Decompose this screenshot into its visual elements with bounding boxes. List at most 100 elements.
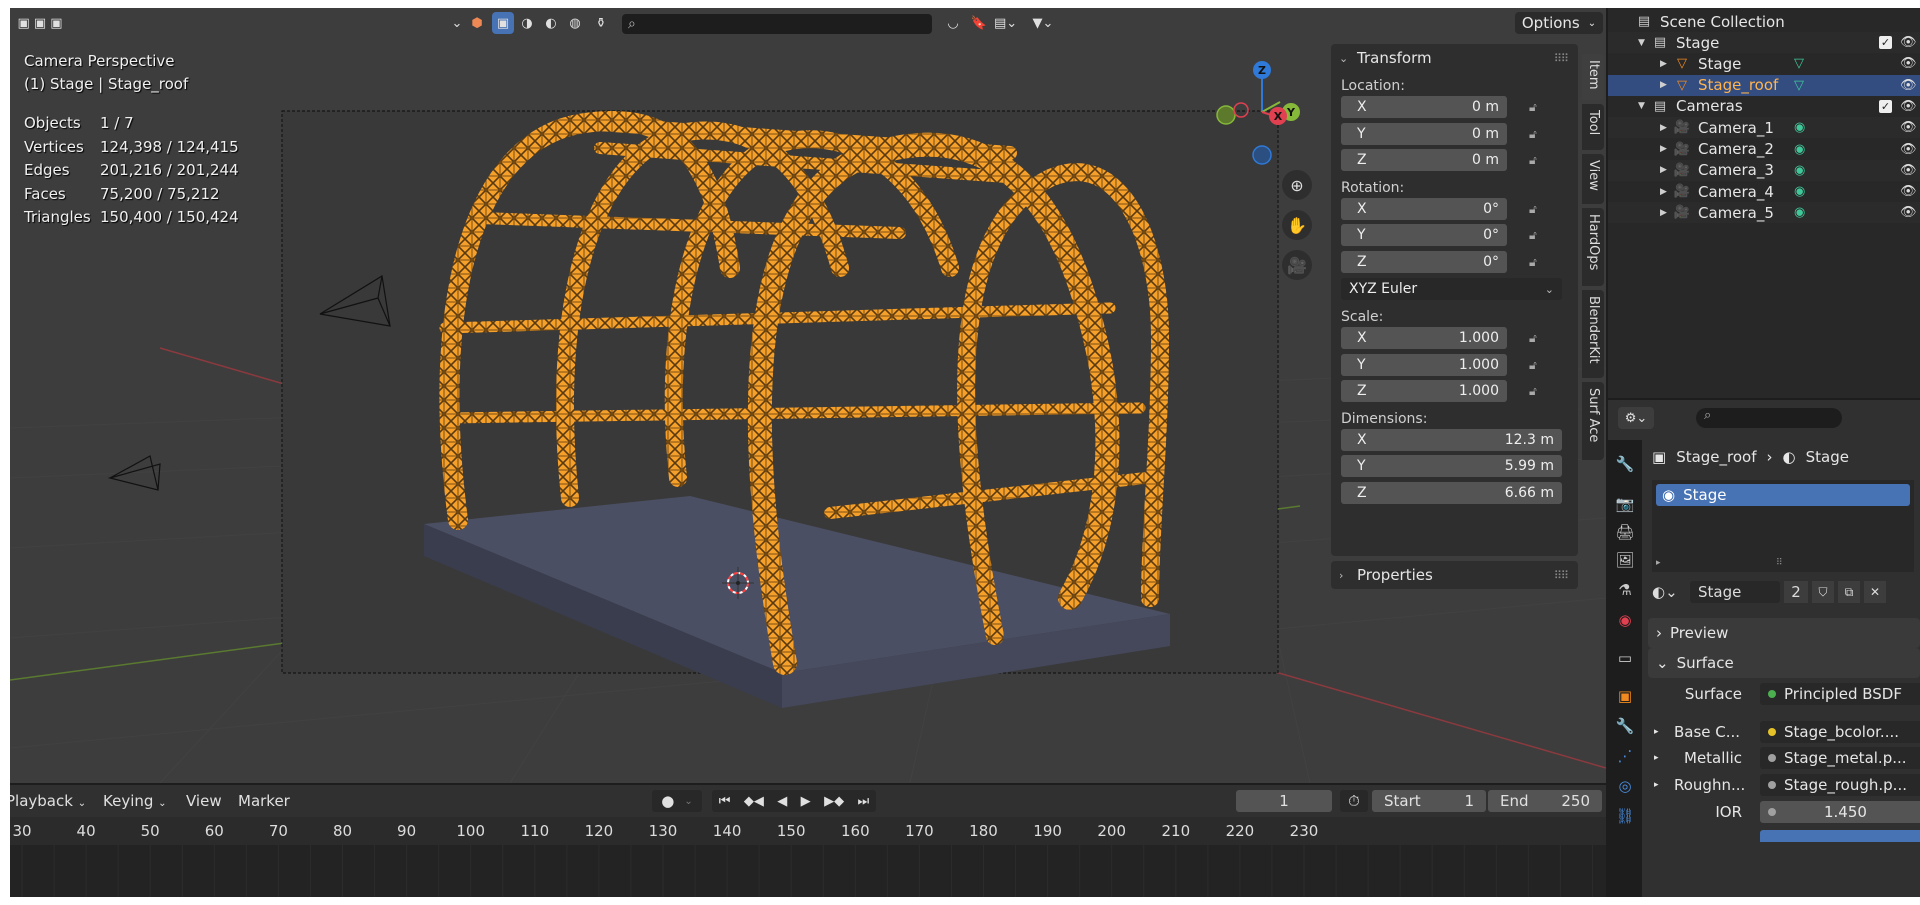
rotation-x-field[interactable]: X 0° xyxy=(1341,197,1507,220)
stopwatch-icon[interactable]: ⏱ xyxy=(1340,790,1368,812)
gizmo-toggle-icon[interactable]: ⬢ xyxy=(466,12,488,34)
jump-start-icon[interactable]: ⏮ xyxy=(719,794,731,809)
material-slot-list[interactable]: ◉ Stage ▸ ⠿ xyxy=(1652,480,1914,572)
material-preview-icon[interactable]: ◐ xyxy=(540,12,562,34)
start-frame-field[interactable]: Start 1 xyxy=(1372,790,1486,812)
user-count[interactable]: 2 xyxy=(1784,581,1808,603)
outliner-item-cameras[interactable]: ▼ ▤ Cameras ✓ 👁 xyxy=(1608,96,1920,117)
location-z-field[interactable]: Z0 m xyxy=(1341,149,1507,172)
play-reverse-icon[interactable]: ◀ xyxy=(777,794,787,809)
mesh-data-icon[interactable]: ▽ xyxy=(1794,78,1804,93)
solid-shading-icon[interactable]: ◑ xyxy=(516,12,538,34)
surface-shader-value[interactable]: Principled BSDF xyxy=(1760,683,1920,705)
lock-icon[interactable]: 🔓︎ xyxy=(1529,100,1547,114)
shading-options-icon[interactable]: ⚱ xyxy=(590,12,612,34)
checkbox-icon[interactable]: ✓ xyxy=(1879,36,1892,49)
expand-icon[interactable]: ▸ xyxy=(1656,558,1661,568)
eye-icon[interactable]: 👁 xyxy=(1900,56,1917,71)
drag-grip-icon[interactable]: ⠿⠿ xyxy=(1554,52,1569,65)
dimensions-z-field[interactable]: Z 6.66 m xyxy=(1341,481,1562,504)
chevron-right-icon[interactable]: ▶ xyxy=(1660,208,1672,218)
metallic-value[interactable]: Stage_metal.p... xyxy=(1760,747,1920,769)
rotation-mode-dropdown[interactable]: XYZ Euler ⌄ xyxy=(1341,278,1562,300)
lock-icon[interactable]: 🔓︎ xyxy=(1529,255,1547,269)
camera-data-icon[interactable]: ◉ xyxy=(1794,142,1805,157)
marker-menu[interactable]: Marker xyxy=(238,792,290,810)
outliner-item-stage-roof[interactable]: ▶ ▽ Stage_roof ▽ 👁 xyxy=(1608,74,1920,96)
chevron-down-icon[interactable]: ▼ xyxy=(1638,101,1650,111)
tool-tab-icon[interactable]: 🔧 xyxy=(1613,452,1637,476)
outliner-item-camera-2[interactable]: ▶ 🎥 Camera_2 ◉ 👁 xyxy=(1608,139,1920,160)
timeline-tracks[interactable] xyxy=(10,845,1606,897)
editor-type-dropdown[interactable]: ⚙⌄ xyxy=(1618,407,1654,429)
keying-menu[interactable]: Keying ⌄ xyxy=(103,792,167,810)
close-icon[interactable]: ✕ xyxy=(1864,581,1886,603)
physics-tab-icon[interactable]: ◎ xyxy=(1613,774,1637,798)
world-tab-icon[interactable]: ◉ xyxy=(1613,608,1637,632)
lock-icon[interactable]: 🔓︎ xyxy=(1529,153,1547,167)
lock-icon[interactable]: 🔓︎ xyxy=(1529,384,1547,398)
tab-tool[interactable]: Tool xyxy=(1582,104,1604,150)
wireframe-shading-icon[interactable]: ▣ xyxy=(492,12,514,34)
chevron-down-icon[interactable]: ▼ xyxy=(1638,38,1650,48)
ior-value[interactable]: 1.450 xyxy=(1760,801,1920,823)
chevron-right-icon[interactable]: ▶ xyxy=(1660,165,1672,175)
camera-data-icon[interactable]: ◉ xyxy=(1794,184,1805,199)
expand-icon[interactable]: ▸ xyxy=(1654,727,1674,737)
tab-hardops[interactable]: HardOps xyxy=(1582,208,1604,286)
dimensions-x-field[interactable]: X 12.3 m xyxy=(1341,428,1562,451)
duplicate-icon[interactable]: ⧉ xyxy=(1838,581,1860,603)
3d-viewport[interactable]: ▣ ▣ ▣ ⌄ ⬢ ▣ ◑ ◐ ◍ ⚱ ⌕ ◡ 🔖 ▤⌄ ▼⌄ Options ⌄… xyxy=(10,8,1606,783)
surface-section-header[interactable]: ⌄ Surface xyxy=(1648,648,1920,678)
expand-icon[interactable]: ▸ xyxy=(1654,780,1674,790)
outliner-item-stage[interactable]: ▶ ▽ Stage ▽ 👁 xyxy=(1608,53,1920,74)
chevron-right-icon[interactable]: ▶ xyxy=(1660,187,1672,197)
zoom-icon[interactable]: ⊕ xyxy=(1282,170,1312,200)
scene-tab-icon[interactable]: ⚗ xyxy=(1613,578,1637,602)
pan-hand-icon[interactable]: ✋ xyxy=(1282,210,1312,240)
eye-icon[interactable]: 👁 xyxy=(1900,184,1917,199)
view-menu[interactable]: View xyxy=(186,792,222,810)
view-object-types-dropdown[interactable]: ⌄ xyxy=(446,12,468,34)
chevron-right-icon[interactable]: ▶ xyxy=(1660,59,1672,69)
options-button[interactable]: Options ⌄ xyxy=(1515,12,1603,34)
resize-grip-icon[interactable]: ⠿ xyxy=(1776,558,1783,568)
eye-icon[interactable]: 👁 xyxy=(1900,35,1917,50)
eye-icon[interactable]: 👁 xyxy=(1900,142,1917,157)
outliner-item-camera-5[interactable]: ▶ 🎥 Camera_5 ◉ 👁 xyxy=(1608,202,1920,224)
camera-view-icon[interactable]: 🎥 xyxy=(1282,250,1312,280)
record-button[interactable]: ● ⌄ xyxy=(652,790,702,812)
tab-surf-ace[interactable]: Surf Ace xyxy=(1582,382,1604,460)
outliner-item-stage[interactable]: ▼ ▤ Stage ✓ 👁 xyxy=(1608,32,1920,53)
transform-panel-header[interactable]: ⌄ Transform ⠿⠿ xyxy=(1331,44,1578,72)
playback-menu[interactable]: Playback ⌄ xyxy=(10,792,86,810)
roughness-value[interactable]: Stage_rough.p... xyxy=(1760,774,1920,796)
current-frame-field[interactable]: 1 xyxy=(1236,790,1332,812)
render-tab-icon[interactable]: 📷 xyxy=(1613,492,1637,516)
expand-icon[interactable]: ▸ xyxy=(1654,753,1674,763)
properties-panel-header[interactable]: › Properties ⠿⠿ xyxy=(1331,561,1578,589)
checkbox-icon[interactable]: ✓ xyxy=(1879,99,1892,113)
layout-icon[interactable]: ▤⌄ xyxy=(994,12,1017,34)
rendered-shading-icon[interactable]: ◍ xyxy=(564,12,586,34)
overlay-toggle-icon[interactable]: ◡ xyxy=(942,12,964,34)
constraints-tab-icon[interactable]: ⛓ xyxy=(1613,804,1637,828)
filter-icon[interactable]: ▼⌄ xyxy=(1032,12,1054,34)
camera-data-icon[interactable]: ◉ xyxy=(1794,205,1805,220)
properties-search-input[interactable]: ⌕ xyxy=(1696,408,1842,428)
jump-end-icon[interactable]: ⏭ xyxy=(858,794,870,809)
navigation-gizmo[interactable]: Z Y X xyxy=(1206,52,1316,172)
outliner-item-camera-4[interactable]: ▶ 🎥 Camera_4 ◉ 👁 xyxy=(1608,181,1920,202)
scale-x-field[interactable]: X 1.000 xyxy=(1341,327,1507,350)
next-field-slider[interactable] xyxy=(1760,830,1920,842)
drag-grip-icon[interactable]: ⠿⠿ xyxy=(1554,569,1569,582)
lock-icon[interactable]: 🔓︎ xyxy=(1529,202,1547,216)
particles-tab-icon[interactable]: ⋰ xyxy=(1613,744,1637,768)
base-color-value[interactable]: Stage_bcolor.... xyxy=(1760,721,1920,743)
tab-blenderkit[interactable]: BlenderKit xyxy=(1582,290,1604,378)
scale-z-field[interactable]: Z 1.000 xyxy=(1341,380,1507,403)
eye-icon[interactable]: 👁 xyxy=(1900,120,1917,135)
scene-collection-row[interactable]: ▤ Scene Collection xyxy=(1608,11,1920,32)
eye-icon[interactable]: 👁 xyxy=(1900,99,1917,114)
mesh-data-icon[interactable]: ▽ xyxy=(1794,56,1804,71)
